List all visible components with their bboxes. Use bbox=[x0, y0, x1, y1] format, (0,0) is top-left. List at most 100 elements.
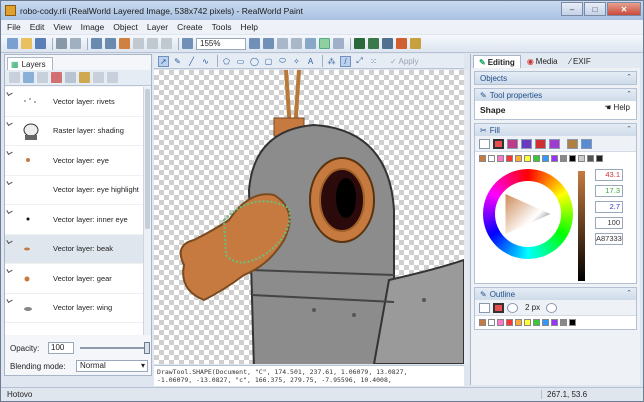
image-fill-icon[interactable] bbox=[567, 138, 578, 149]
swatch[interactable] bbox=[542, 155, 549, 162]
value-slider[interactable] bbox=[578, 171, 585, 281]
snap-icon[interactable] bbox=[333, 38, 344, 49]
swatch[interactable] bbox=[515, 319, 522, 326]
rectangle-icon[interactable]: ▭ bbox=[235, 56, 246, 67]
zoom-select[interactable]: 155% bbox=[196, 37, 246, 50]
line-icon[interactable]: ╱ bbox=[186, 56, 197, 67]
layer-item[interactable]: Raster layer: shading bbox=[5, 117, 143, 146]
tab-layers[interactable]: ▦ Layers bbox=[7, 57, 53, 70]
swatch[interactable] bbox=[488, 155, 495, 162]
swatch[interactable] bbox=[587, 155, 594, 162]
polygon-icon[interactable]: ⬠ bbox=[221, 56, 232, 67]
zoom-icon[interactable] bbox=[182, 38, 193, 49]
outline-join-icon[interactable] bbox=[546, 302, 558, 313]
menu-image[interactable]: Image bbox=[81, 22, 105, 32]
move-up-icon[interactable] bbox=[93, 72, 104, 83]
edit-node-icon[interactable]: / bbox=[340, 55, 351, 67]
gradient-fill-icon[interactable] bbox=[507, 138, 518, 149]
scan-icon[interactable] bbox=[70, 38, 81, 49]
layer-style-icon[interactable] bbox=[79, 72, 90, 83]
solid-fill-button[interactable] bbox=[493, 138, 504, 149]
tool-properties-header[interactable]: ✎ Tool properties ⌃ bbox=[475, 89, 636, 101]
text-icon[interactable]: A bbox=[305, 56, 316, 67]
move-down-icon[interactable] bbox=[107, 72, 118, 83]
outline-header[interactable]: ✎ Outline ⌃ bbox=[475, 288, 636, 300]
layer-item[interactable]: Vector layer: gear bbox=[5, 264, 143, 294]
canvas[interactable] bbox=[154, 70, 464, 364]
redo-icon[interactable] bbox=[105, 38, 116, 49]
photo-icon[interactable] bbox=[382, 38, 393, 49]
cut-icon[interactable] bbox=[133, 38, 144, 49]
menu-edit[interactable]: Edit bbox=[30, 22, 45, 32]
pen-icon[interactable]: ✎ bbox=[172, 56, 183, 67]
layer-item[interactable]: Vector layer: wing bbox=[5, 294, 143, 323]
swatch[interactable] bbox=[560, 155, 567, 162]
filter-icon[interactable] bbox=[354, 38, 365, 49]
pattern-fill-icon[interactable] bbox=[535, 138, 546, 149]
color-wheel[interactable] bbox=[483, 169, 573, 259]
swatch[interactable] bbox=[524, 319, 531, 326]
swatch[interactable] bbox=[569, 319, 576, 326]
layer-item[interactable]: Vector layer: eye bbox=[5, 146, 143, 176]
picture-fill-icon[interactable] bbox=[581, 138, 592, 149]
opacity-slider-knob[interactable] bbox=[144, 342, 150, 354]
outline-style-icon[interactable] bbox=[507, 302, 518, 313]
layers-scrollbar[interactable] bbox=[143, 87, 151, 335]
no-fill-icon[interactable] bbox=[479, 138, 490, 149]
swatch[interactable] bbox=[524, 155, 531, 162]
layer-item[interactable]: Vector layer: eye highlight bbox=[5, 176, 143, 205]
close-button[interactable]: ✕ bbox=[607, 2, 641, 16]
open-icon[interactable] bbox=[21, 38, 32, 49]
tab-exif[interactable]: ⁄ EXIF bbox=[564, 55, 597, 68]
collapse-icon[interactable]: ⌃ bbox=[626, 90, 632, 98]
swatch[interactable] bbox=[533, 319, 540, 326]
menu-help[interactable]: Help bbox=[240, 22, 257, 32]
no-outline-icon[interactable] bbox=[479, 302, 490, 313]
ellipse-icon[interactable]: ◯ bbox=[249, 56, 260, 67]
tab-media[interactable]: ◉ Media bbox=[521, 55, 564, 68]
canvas-scrollbar[interactable] bbox=[464, 70, 469, 364]
maximize-button[interactable]: □ bbox=[584, 2, 606, 16]
swatch[interactable] bbox=[497, 155, 504, 162]
swatch[interactable] bbox=[506, 319, 513, 326]
new-icon[interactable] bbox=[7, 38, 18, 49]
saturation-input[interactable]: 17.3 bbox=[595, 185, 623, 197]
star-icon[interactable]: ✧ bbox=[291, 56, 302, 67]
menu-layer[interactable]: Layer bbox=[147, 22, 168, 32]
collapse-icon[interactable]: ⌃ bbox=[626, 125, 632, 133]
alpha-input[interactable]: 100 bbox=[595, 217, 623, 229]
minimize-button[interactable]: – bbox=[561, 2, 583, 16]
opacity-input[interactable]: 100 bbox=[48, 342, 74, 354]
apply-button[interactable]: ✓ Apply bbox=[390, 57, 419, 66]
zoom-out-icon[interactable] bbox=[263, 38, 274, 49]
save-icon[interactable] bbox=[35, 38, 46, 49]
grid-icon[interactable] bbox=[319, 38, 330, 49]
fill-header[interactable]: ✂ Fill ⌃ bbox=[475, 124, 636, 136]
rotate-right-icon[interactable] bbox=[291, 38, 302, 49]
curve-icon[interactable]: ∿ bbox=[200, 56, 211, 67]
layers-icon[interactable] bbox=[119, 38, 130, 49]
smooth-icon[interactable]: ⁙ bbox=[368, 56, 379, 67]
swatch[interactable] bbox=[506, 155, 513, 162]
swatch[interactable] bbox=[497, 319, 504, 326]
menu-view[interactable]: View bbox=[53, 22, 71, 32]
zoom-in-icon[interactable] bbox=[249, 38, 260, 49]
texture-fill-icon[interactable] bbox=[549, 138, 560, 149]
objects-header[interactable]: Objects ⌃ bbox=[475, 72, 636, 84]
layer-properties-icon[interactable] bbox=[65, 72, 76, 83]
new-vector-layer-icon[interactable] bbox=[23, 72, 34, 83]
hex-input[interactable]: A87333 bbox=[595, 233, 623, 245]
layer-item[interactable]: Vector layer: beak bbox=[5, 234, 143, 264]
menu-tools[interactable]: Tools bbox=[212, 22, 232, 32]
outline-color-button[interactable] bbox=[493, 302, 504, 313]
print-icon[interactable] bbox=[56, 38, 67, 49]
fit-icon[interactable] bbox=[305, 38, 316, 49]
swatch[interactable] bbox=[551, 319, 558, 326]
delete-layer-icon[interactable] bbox=[51, 72, 62, 83]
swatch[interactable] bbox=[551, 155, 558, 162]
blend-mode-select[interactable]: Normal bbox=[76, 360, 148, 372]
layer-item[interactable]: Vector layer: rivets bbox=[5, 87, 143, 117]
lightness-input[interactable]: 2.7 bbox=[595, 201, 623, 213]
menu-object[interactable]: Object bbox=[113, 22, 138, 32]
swatch[interactable] bbox=[569, 155, 576, 162]
